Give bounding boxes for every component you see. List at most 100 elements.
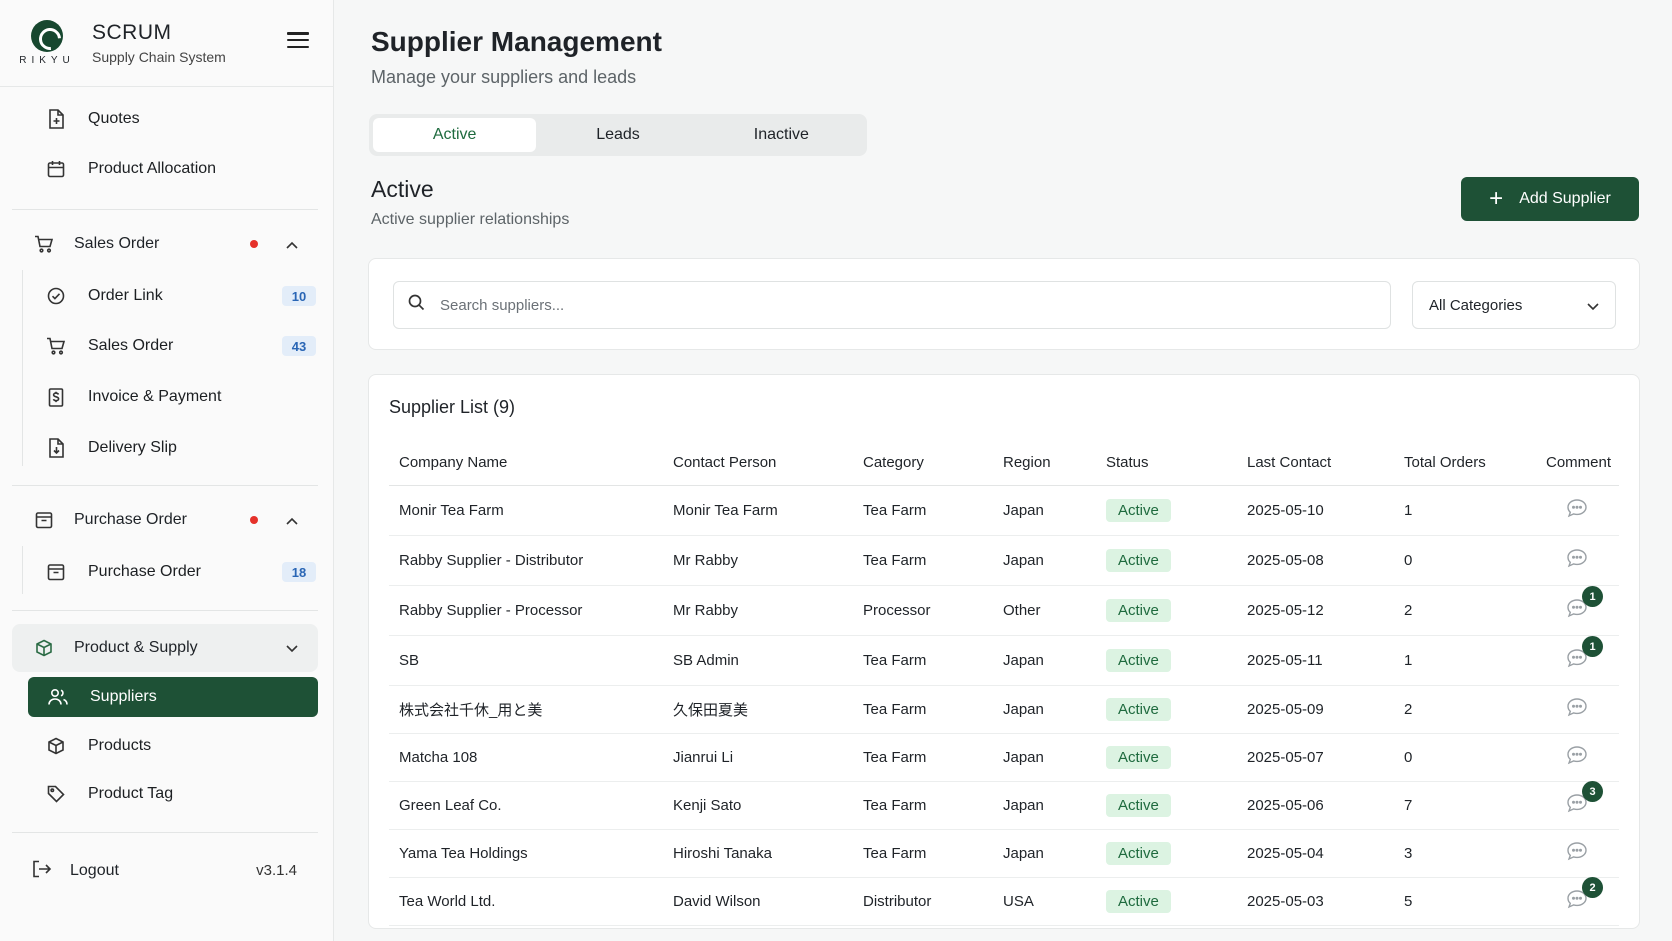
add-supplier-label: Add Supplier — [1519, 190, 1611, 207]
hamburger-menu-icon[interactable] — [287, 32, 309, 48]
sidebar-item-product-tag[interactable]: Product Tag — [46, 774, 316, 814]
table-row[interactable]: Rabby Supplier - Distributor Mr Rabby Tea … — [389, 535, 1619, 586]
table-row[interactable]: Green Leaf Co. Kenji Sato Tea Farm Japan Act… — [389, 781, 1619, 830]
total-orders-cell: 5 — [1394, 877, 1536, 926]
total-orders-cell: 3 — [1394, 829, 1536, 878]
page-title: Supplier Management — [371, 26, 662, 57]
region-cell: Japan — [993, 829, 1096, 878]
company-name-cell: Yama Tea Holdings — [389, 829, 663, 878]
status-cell: Active — [1096, 829, 1237, 878]
company-name-cell: Green Leaf Co. — [389, 781, 663, 830]
table-row[interactable]: Rabby Supplier - Processor Mr Rabby Proces… — [389, 585, 1619, 636]
tag-icon — [46, 784, 66, 804]
page-subtitle: Manage your suppliers and leads — [371, 67, 637, 87]
comment-icon[interactable]: 3 — [1566, 781, 1603, 813]
sidebar-item-product-allocation[interactable]: Product Allocation — [46, 149, 316, 189]
group-label: Product & Supply — [74, 639, 198, 656]
sidebar-item-order-link[interactable]: Order Link 10 — [46, 276, 316, 316]
comment-icon[interactable]: 2 — [1566, 877, 1603, 909]
category-cell: Tea Farm — [853, 535, 993, 586]
tab-inactive[interactable]: Inactive — [700, 118, 863, 152]
company-name-cell: 株式会社千休_用と美 — [389, 685, 663, 734]
total-orders-cell: 7 — [1394, 781, 1536, 830]
contact-person-cell: Jianrui Li — [663, 733, 853, 782]
cart-icon — [46, 336, 66, 356]
comment-icon[interactable] — [1566, 548, 1588, 568]
comment-icon[interactable]: 1 — [1566, 636, 1603, 668]
column-header[interactable]: Company Name — [389, 441, 663, 486]
file-plus-icon — [46, 109, 66, 129]
contact-person-cell: Mr Rabby — [663, 585, 853, 636]
comment-icon[interactable] — [1566, 745, 1588, 765]
table-row[interactable]: Monir Tea Farm Monir Tea Farm Tea Farm Japa… — [389, 485, 1619, 536]
last-contact-cell: 2025-05-07 — [1237, 733, 1394, 782]
search-input[interactable] — [440, 296, 1390, 314]
sidebar-item-quotes[interactable]: Quotes — [46, 99, 316, 139]
category-select-value: All Categories — [1429, 296, 1523, 314]
category-select[interactable]: All Categories — [1412, 281, 1616, 329]
status-cell: Active — [1096, 635, 1237, 686]
comment-cell: 2 — [1536, 877, 1619, 926]
tab-active[interactable]: Active — [373, 118, 537, 152]
contact-person-cell: Hiroshi Tanaka — [663, 829, 853, 878]
add-supplier-button[interactable]: + Add Supplier — [1461, 177, 1639, 221]
last-contact-cell: 2025-05-03 — [1237, 877, 1394, 926]
comment-cell — [1536, 485, 1619, 536]
total-orders-cell: 1 — [1394, 485, 1536, 536]
contact-person-cell: SB Admin — [663, 635, 853, 686]
sidebar-item-sales-order[interactable]: Sales Order 43 — [46, 326, 316, 366]
sidebar-item-products[interactable]: Products — [46, 726, 316, 766]
column-header[interactable]: Status — [1096, 441, 1237, 486]
brand-header: RIKYU SCRUM Supply Chain System — [0, 0, 333, 87]
table-row[interactable]: SB SB Admin Tea Farm Japan Active 2025-05-11 1… — [389, 635, 1619, 686]
column-header: Comment — [1536, 441, 1619, 486]
contact-person-cell: David Wilson — [663, 877, 853, 926]
sidebar-group-sales-order[interactable]: Sales Order — [12, 220, 318, 268]
comment-count-badge: 1 — [1582, 586, 1603, 607]
status-cell: Active — [1096, 733, 1237, 782]
comment-icon[interactable]: 1 — [1566, 586, 1603, 618]
company-name-cell: Matcha 108 — [389, 733, 663, 782]
table-row[interactable]: Tea World Ltd. David Wilson Distributor USA… — [389, 877, 1619, 926]
rikyu-logo: RIKYU — [16, 20, 78, 66]
company-name-cell: Tea World Ltd. — [389, 877, 663, 926]
tab-leads[interactable]: Leads — [536, 118, 699, 152]
table-row[interactable]: Yama Tea Holdings Hiroshi Tanaka Tea Farm J… — [389, 829, 1619, 878]
archive-icon — [46, 562, 66, 582]
sidebar-item-purchase-order[interactable]: Purchase Order 18 — [46, 552, 316, 592]
sidebar-group-purchase-order[interactable]: Purchase Order — [12, 496, 318, 544]
column-header[interactable]: Last Contact — [1237, 441, 1394, 486]
table-row[interactable]: Matcha 108 Jianrui Li Tea Farm Japan Active 2… — [389, 733, 1619, 782]
contact-person-cell: Mr Rabby — [663, 535, 853, 586]
sidebar-group-product-supply[interactable]: Product & Supply — [12, 624, 318, 672]
sidebar-item-label: Product Allocation — [88, 160, 217, 177]
file-download-icon — [46, 438, 66, 458]
region-cell: Other — [993, 585, 1096, 636]
comment-cell — [1536, 829, 1619, 878]
column-header[interactable]: Category — [853, 441, 993, 486]
comment-cell — [1536, 535, 1619, 586]
status-badge: Active — [1106, 648, 1171, 672]
status-badge: Active — [1106, 889, 1171, 913]
calendar-icon — [46, 159, 66, 179]
category-cell: Distributor — [853, 877, 993, 926]
column-header[interactable]: Total Orders — [1394, 441, 1536, 486]
comment-icon[interactable] — [1566, 498, 1588, 518]
comment-icon[interactable] — [1566, 697, 1588, 717]
main-content: Supplier Management Manage your supplier… — [334, 0, 1672, 941]
column-header[interactable]: Region — [993, 441, 1096, 486]
table-row[interactable]: 株式会社千休_用と美 久保田夏美 Tea Farm Japan Active 2025-0… — [389, 685, 1619, 734]
plus-icon: + — [1489, 185, 1504, 212]
sidebar-item-invoice-payment[interactable]: Invoice & Payment — [46, 377, 316, 417]
comment-icon[interactable] — [1566, 841, 1588, 861]
sidebar-item-suppliers[interactable]: Suppliers — [28, 677, 318, 717]
sidebar-item-label: Product Tag — [88, 785, 174, 802]
comment-cell — [1536, 733, 1619, 782]
column-header[interactable]: Contact Person — [663, 441, 853, 486]
last-contact-cell: 2025-05-11 — [1237, 635, 1394, 686]
total-orders-cell: 0 — [1394, 535, 1536, 586]
last-contact-cell: 2025-05-12 — [1237, 585, 1394, 636]
users-icon — [48, 687, 68, 707]
sidebar-item-delivery-slip[interactable]: Delivery Slip — [46, 428, 316, 468]
total-orders-cell: 1 — [1394, 635, 1536, 686]
